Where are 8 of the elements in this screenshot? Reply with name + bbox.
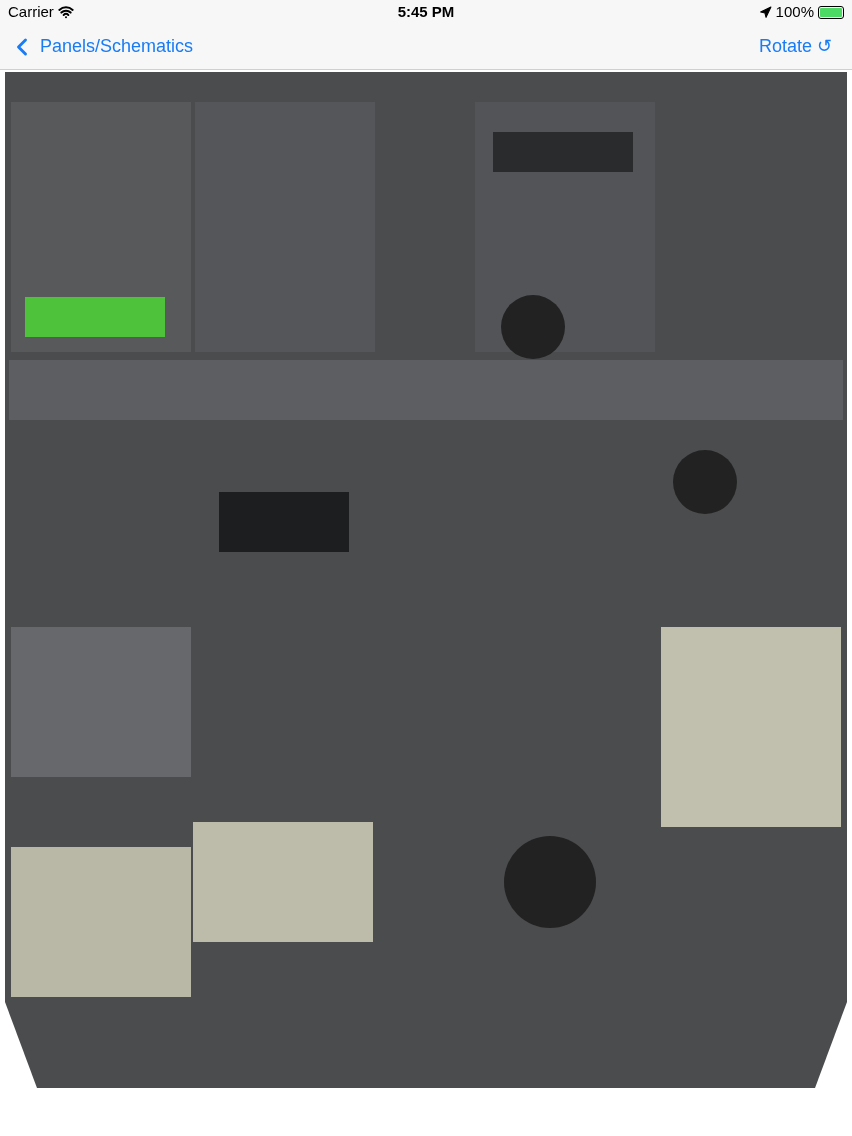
battery-percent: 100% bbox=[775, 1, 814, 22]
status-time: 5:45 PM bbox=[397, 1, 455, 22]
carrier-name: Carrier bbox=[8, 1, 54, 22]
back-button[interactable]: Panels/Schematics bbox=[12, 32, 194, 61]
wifi-icon bbox=[57, 4, 74, 20]
location-icon bbox=[758, 5, 772, 19]
battery-icon bbox=[818, 5, 844, 19]
rotate-button[interactable]: Rotate ↺ bbox=[758, 33, 840, 60]
